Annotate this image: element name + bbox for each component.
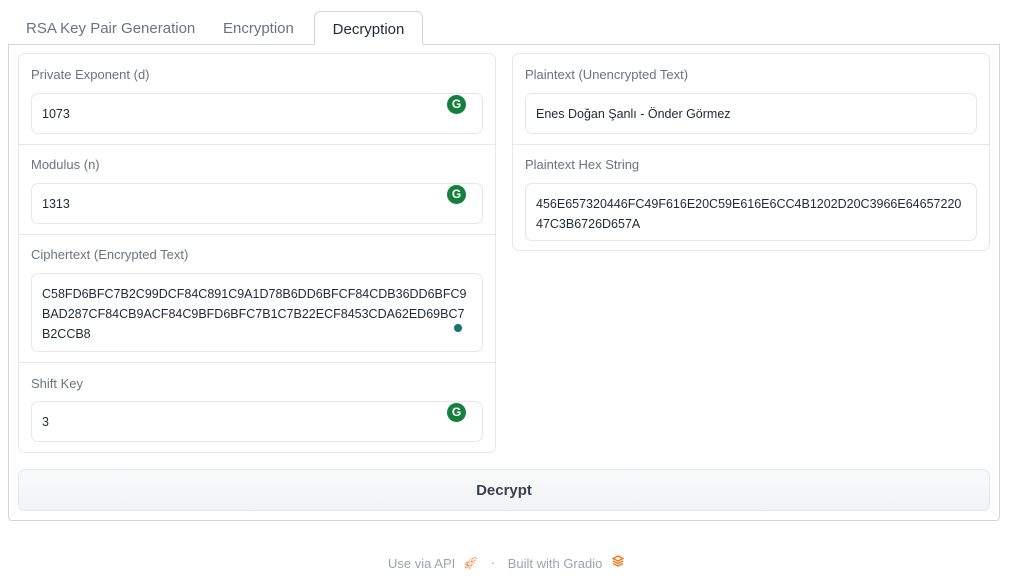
shift-key-value: 3 — [42, 414, 49, 429]
plaintext-hex-output[interactable]: 456E657320446FC49F616E20C59E616E6CC4B120… — [525, 183, 977, 241]
tab-decryption[interactable]: Decryption — [314, 11, 423, 45]
tab-bar: RSA Key Pair Generation Encryption Decry… — [8, 11, 1000, 45]
private-exponent-input[interactable]: 1073 — [31, 93, 483, 134]
plaintext-hex-block: Plaintext Hex String 456E657320446FC49F6… — [513, 145, 989, 251]
grammarly-icon[interactable]: G — [447, 95, 466, 114]
decrypt-button[interactable]: Decrypt — [18, 469, 990, 511]
tab-encryption[interactable]: Encryption — [223, 11, 294, 45]
modulus-input[interactable]: 1313 — [31, 183, 483, 224]
ciphertext-input[interactable]: C58FD6BFC7B2C99DCF84C891C9A1D78B6DD6BFCF… — [31, 273, 483, 352]
shift-key-block: Shift Key 3 G — [19, 363, 495, 453]
built-with-gradio-link[interactable]: Built with Gradio — [507, 554, 625, 571]
ciphertext-value: C58FD6BFC7B2C99DCF84C891C9A1D78B6DD6BFCF… — [42, 287, 467, 341]
grammarly-icon[interactable]: G — [447, 403, 466, 422]
ciphertext-label: Ciphertext (Encrypted Text) — [31, 247, 189, 262]
tab-rsa-key-pair-generation[interactable]: RSA Key Pair Generation — [26, 11, 195, 45]
modulus-value: 1313 — [42, 196, 70, 211]
plaintext-value: Enes Doğan Şanlı - Önder Görmez — [536, 106, 731, 121]
footer-separator: · — [490, 555, 496, 571]
plaintext-hex-label: Plaintext Hex String — [525, 157, 640, 172]
private-exponent-value: 1073 — [42, 106, 70, 121]
grammarly-icon[interactable]: G — [447, 185, 466, 204]
private-exponent-block: Private Exponent (d) 1073 G — [19, 54, 495, 145]
input-group: Private Exponent (d) 1073 G Modulus (n) … — [18, 53, 496, 453]
shift-key-label: Shift Key — [31, 376, 84, 391]
gradio-logo-icon — [611, 554, 625, 567]
private-exponent-label: Private Exponent (d) — [31, 67, 150, 82]
plaintext-hex-value: 456E657320446FC49F616E20C59E616E6CC4B120… — [536, 197, 962, 231]
built-with-gradio-label: Built with Gradio — [507, 555, 603, 571]
footer: Use via API 🚀︎ · Built with Gradio — [0, 554, 1012, 571]
modulus-label: Modulus (n) — [31, 157, 100, 172]
ciphertext-block: Ciphertext (Encrypted Text) C58FD6BFC7B2… — [19, 235, 495, 363]
plaintext-label: Plaintext (Unencrypted Text) — [525, 67, 689, 82]
plaintext-output[interactable]: Enes Doğan Şanlı - Önder Görmez — [525, 93, 977, 134]
use-via-api-label: Use via API — [388, 555, 456, 571]
plaintext-block: Plaintext (Unencrypted Text) Enes Doğan … — [513, 54, 989, 145]
output-group: Plaintext (Unencrypted Text) Enes Doğan … — [512, 53, 990, 251]
modulus-block: Modulus (n) 1313 G — [19, 145, 495, 235]
grammarly-dot-icon[interactable] — [454, 324, 462, 332]
rocket-icon: 🚀︎ — [462, 556, 479, 571]
use-via-api-link[interactable]: Use via API 🚀︎ — [388, 555, 478, 571]
shift-key-input[interactable]: 3 — [31, 401, 483, 442]
